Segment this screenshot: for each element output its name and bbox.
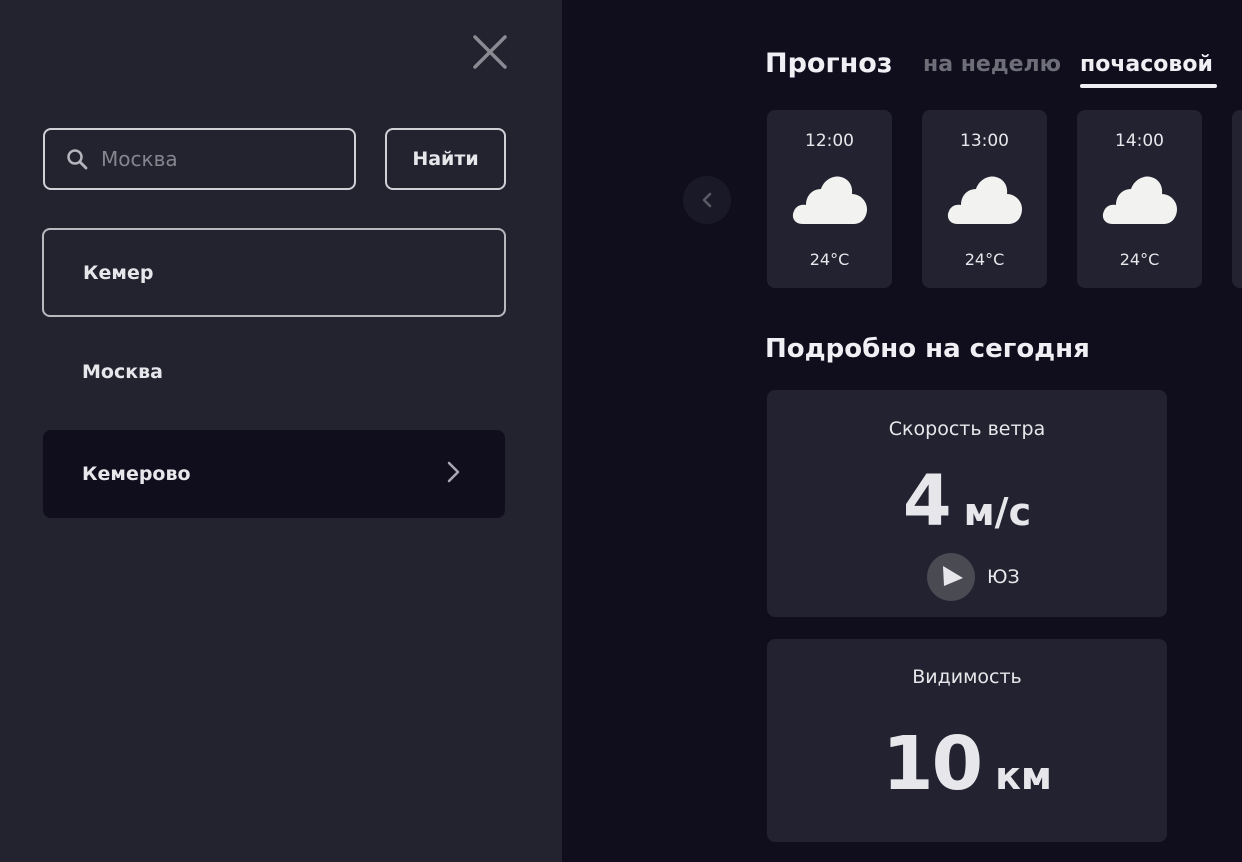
wind-value: 4 [902,460,952,542]
previous-button[interactable] [683,176,731,224]
hour-temp: 24°C [964,250,1005,269]
visibility-card: Видимость 10 км [767,639,1167,842]
navigation-arrow-icon [927,553,975,601]
hour-card: 14:00 24°C [1077,110,1202,288]
wind-unit: м/с [963,490,1032,534]
chevron-left-icon [702,192,712,208]
active-tab-indicator [1080,84,1217,88]
chevron-right-icon [447,461,460,483]
cloud-icon [1102,176,1177,224]
wind-value-row: 4 м/с [767,460,1167,542]
details-title: Подробно на сегодня [765,334,1090,364]
city-name: Москва [82,361,163,383]
close-button[interactable] [470,32,510,72]
visibility-label: Видимость [912,666,1022,688]
wind-direction-label: ЮЗ [987,566,1020,588]
city-item-kemer[interactable]: Кемер [42,228,506,317]
cloud-icon [792,176,867,224]
hour-card-partial [1232,110,1242,288]
hour-temp: 24°C [809,250,850,269]
hour-time: 14:00 [1115,131,1164,151]
city-item-kemerovo[interactable]: Кемерово [43,430,505,518]
visibility-value: 10 [882,721,983,807]
search-input[interactable] [101,147,331,171]
cloud-icon [947,176,1022,224]
visibility-unit: км [995,754,1052,798]
wind-card: Скорость ветра 4 м/с ЮЗ [767,390,1167,617]
city-name: Кемер [83,261,154,284]
search-icon [67,149,88,170]
tab-hourly[interactable]: почасовой [1080,52,1213,77]
wind-direction: ЮЗ [927,553,1020,601]
close-icon [473,35,507,69]
hour-card: 13:00 24°C [922,110,1047,288]
hour-temp: 24°C [1119,250,1160,269]
city-item-moskva[interactable]: Москва [43,328,505,416]
forecast-title: Прогноз [765,48,893,79]
wind-label: Скорость ветра [888,418,1046,440]
tab-week[interactable]: на неделю [923,52,1061,77]
search-sidebar: Найти Кемер Москва Кемерово [0,0,562,862]
hour-time: 12:00 [805,131,854,151]
hour-card: 12:00 24°C [767,110,892,288]
search-box [43,128,356,190]
visibility-value-row: 10 км [767,721,1167,807]
hour-time: 13:00 [960,131,1009,151]
city-name: Кемерово [82,463,191,485]
find-button[interactable]: Найти [385,128,506,190]
